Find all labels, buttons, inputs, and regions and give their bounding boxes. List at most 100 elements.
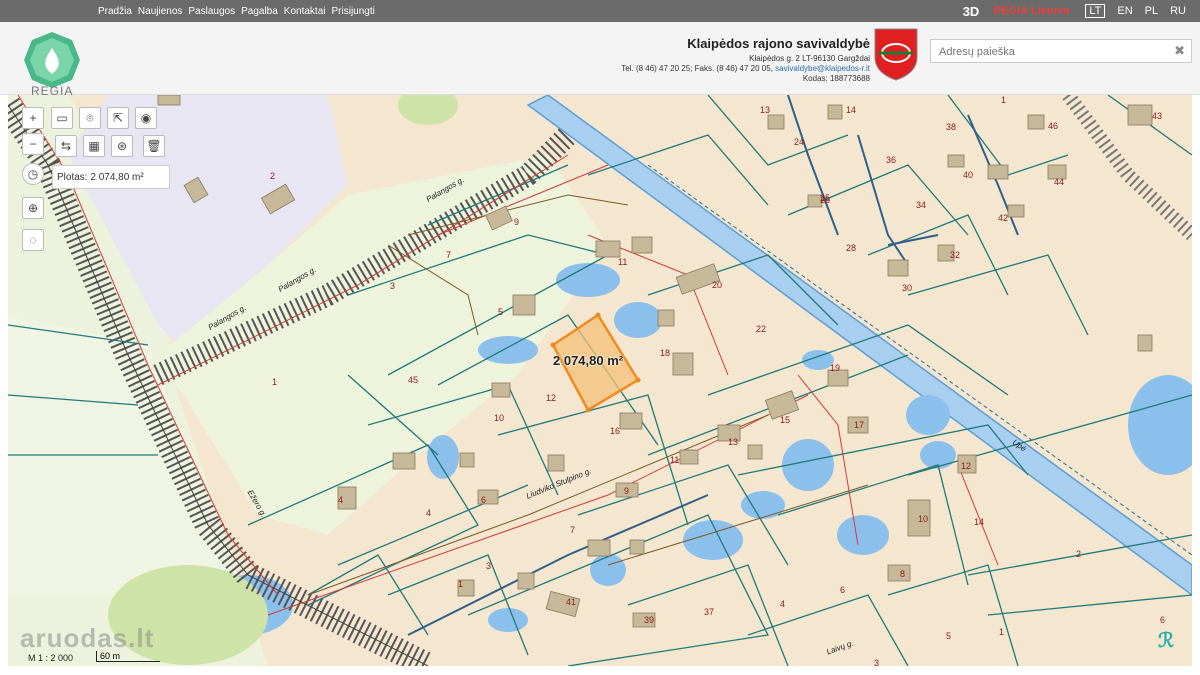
parcel-label: 30 <box>902 283 913 293</box>
parcel-label: 39 <box>644 615 655 625</box>
marker-icon[interactable]: ⌾ <box>79 107 101 129</box>
parcel-label: 4 <box>780 599 786 609</box>
parcel-label: 4 <box>338 495 344 505</box>
parcel-label: 7 <box>570 525 576 535</box>
nav-item-paslaugos[interactable]: Paslaugos <box>188 6 235 17</box>
org-info: Klaipėdos rajono savivaldybė Klaipėdos g… <box>621 36 870 84</box>
parcel-label: 15 <box>780 415 791 425</box>
parcel-label: 43 <box>1152 111 1163 121</box>
zoom-in-button[interactable]: + <box>22 107 44 129</box>
measure-distance-icon[interactable]: ⇆ <box>55 135 77 157</box>
org-contacts: Tel. (8 46) 47 20 25; Faks. (8 46) 47 20… <box>621 64 870 74</box>
parcel-label: 13 <box>760 105 771 115</box>
parcel-label: 3 <box>486 561 492 571</box>
regia-brand[interactable]: REGIA Lietuva <box>993 5 1069 17</box>
trash-icon[interactable]: 🗑 <box>143 135 165 157</box>
area-panel: Plotas: 2 074,80 m² <box>52 165 170 189</box>
parcel-label: 11 <box>618 257 628 267</box>
parcel-label: 5 <box>498 307 504 317</box>
nav-item-naujienos[interactable]: Naujienos <box>138 6 182 17</box>
parcel-label: 3 <box>874 658 880 666</box>
target-icon[interactable]: ◉ <box>135 107 157 129</box>
parcel-label: 9 <box>514 217 520 227</box>
nav-item-prisijungti[interactable]: Prisijungti <box>332 6 375 17</box>
parcel-label: 42 <box>998 213 1009 223</box>
parcel-label: 34 <box>916 200 927 210</box>
org-address: Klaipėdos g. 2 LT-96130 Gargždai <box>749 54 870 63</box>
lang-lt[interactable]: LT <box>1085 4 1106 18</box>
map-scale: M 1 : 2 000 <box>28 653 74 663</box>
parcel-label: 14 <box>846 105 857 115</box>
parcel-label: 6 <box>840 585 846 595</box>
regia-logo-icon[interactable] <box>22 30 82 90</box>
parcel-label: 11 <box>670 455 680 465</box>
parcel-label: 12 <box>961 461 972 471</box>
parcel-label: 1 <box>1001 95 1007 105</box>
parcel-label: 13 <box>728 437 739 447</box>
selected-area-label: 2 074,80 m² <box>553 353 624 368</box>
parcel-label: 9 <box>624 486 630 496</box>
top-nav: Pradžia Naujienos Paslaugos Pagalba Kont… <box>98 0 381 22</box>
parcel-label: 3 <box>390 281 396 291</box>
region-icon[interactable]: ◌ <box>22 229 44 251</box>
top-right: 3D REGIA Lietuva LT EN PL RU <box>963 0 1192 22</box>
parcel-label: 37 <box>704 607 715 617</box>
parcel-label: 40 <box>963 170 974 180</box>
nav-item-pagalba[interactable]: Pagalba <box>241 6 278 17</box>
parcel-label: 41 <box>566 597 577 607</box>
address-search: ✖ <box>930 39 1192 63</box>
org-phones: Tel. (8 46) 47 20 25; Faks. (8 46) 47 20… <box>621 64 773 73</box>
map-viewport[interactable]: 2 9 7 3 11 20 5 12 18 22 1 45 10 16 19 1… <box>8 95 1192 666</box>
coordinates-icon[interactable]: ⊛ <box>111 135 133 157</box>
parcel-label: 18 <box>660 348 671 358</box>
org-name: Klaipėdos rajono savivaldybė <box>687 36 870 51</box>
parcel-label: 38 <box>946 122 957 132</box>
parcel-label: 16 <box>610 426 621 436</box>
lang-en[interactable]: EN <box>1117 5 1132 17</box>
parcel-label: 19 <box>830 363 841 373</box>
clock-icon[interactable]: ◷ <box>22 163 44 185</box>
lang-pl[interactable]: PL <box>1145 5 1158 17</box>
parcel-label: 25 <box>820 193 831 203</box>
header: REGIA Klaipėdos rajono savivaldybė Klaip… <box>0 22 1200 98</box>
cadastral-map <box>8 95 1192 666</box>
lang-ru[interactable]: RU <box>1170 5 1186 17</box>
watermark: aruodas.lt <box>20 623 155 653</box>
parcel-label: 44 <box>1054 177 1065 187</box>
share-icon[interactable]: ⇱ <box>107 107 129 129</box>
rc-logo-icon: ℛ <box>1158 630 1174 652</box>
parcel-label: 10 <box>494 413 505 423</box>
search-input[interactable] <box>937 41 1161 63</box>
parcel-label: 28 <box>846 243 857 253</box>
parcel-label: 20 <box>712 280 723 290</box>
municipality-crest-icon <box>874 28 918 81</box>
parcel-label: 45 <box>408 375 419 385</box>
parcel-label: 12 <box>546 393 557 403</box>
parcel-label: 17 <box>854 420 865 430</box>
clear-icon[interactable]: ✖ <box>1174 43 1185 59</box>
parcel-label: 22 <box>756 324 767 334</box>
org-email[interactable]: savivaldybe@klaipedos-r.lt <box>775 64 870 73</box>
top-bar: Pradžia Naujienos Paslaugos Pagalba Kont… <box>0 0 1200 22</box>
parcel-label: 24 <box>794 137 805 147</box>
nav-item-kontaktai[interactable]: Kontaktai <box>284 6 326 17</box>
zoom-out-button[interactable]: − <box>22 133 44 155</box>
parcel-label: 6 <box>481 495 487 505</box>
parcel-label: 6 <box>1160 615 1166 625</box>
locate-icon[interactable]: ⊕ <box>22 197 44 219</box>
scalebar: 60 m <box>96 651 160 662</box>
parcel-label: 36 <box>886 155 897 165</box>
parcel-label: 46 <box>1048 121 1059 131</box>
org-code: Kodas: 188773688 <box>802 74 870 83</box>
parcel-label: 7 <box>446 250 452 260</box>
parcel-label: 14 <box>974 517 985 527</box>
parcel-label: 8 <box>900 569 906 579</box>
3d-toggle[interactable]: 3D <box>963 4 980 19</box>
parcel-label: 1 <box>272 377 278 387</box>
measure-length-icon[interactable]: ▭ <box>51 107 73 129</box>
nav-item-pradzia[interactable]: Pradžia <box>98 6 132 17</box>
parcel-label: 32 <box>950 250 961 260</box>
measure-area-icon[interactable]: ▦ <box>83 135 105 157</box>
parcel-label: 2 <box>270 171 276 181</box>
parcel-label: 1 <box>999 627 1005 637</box>
